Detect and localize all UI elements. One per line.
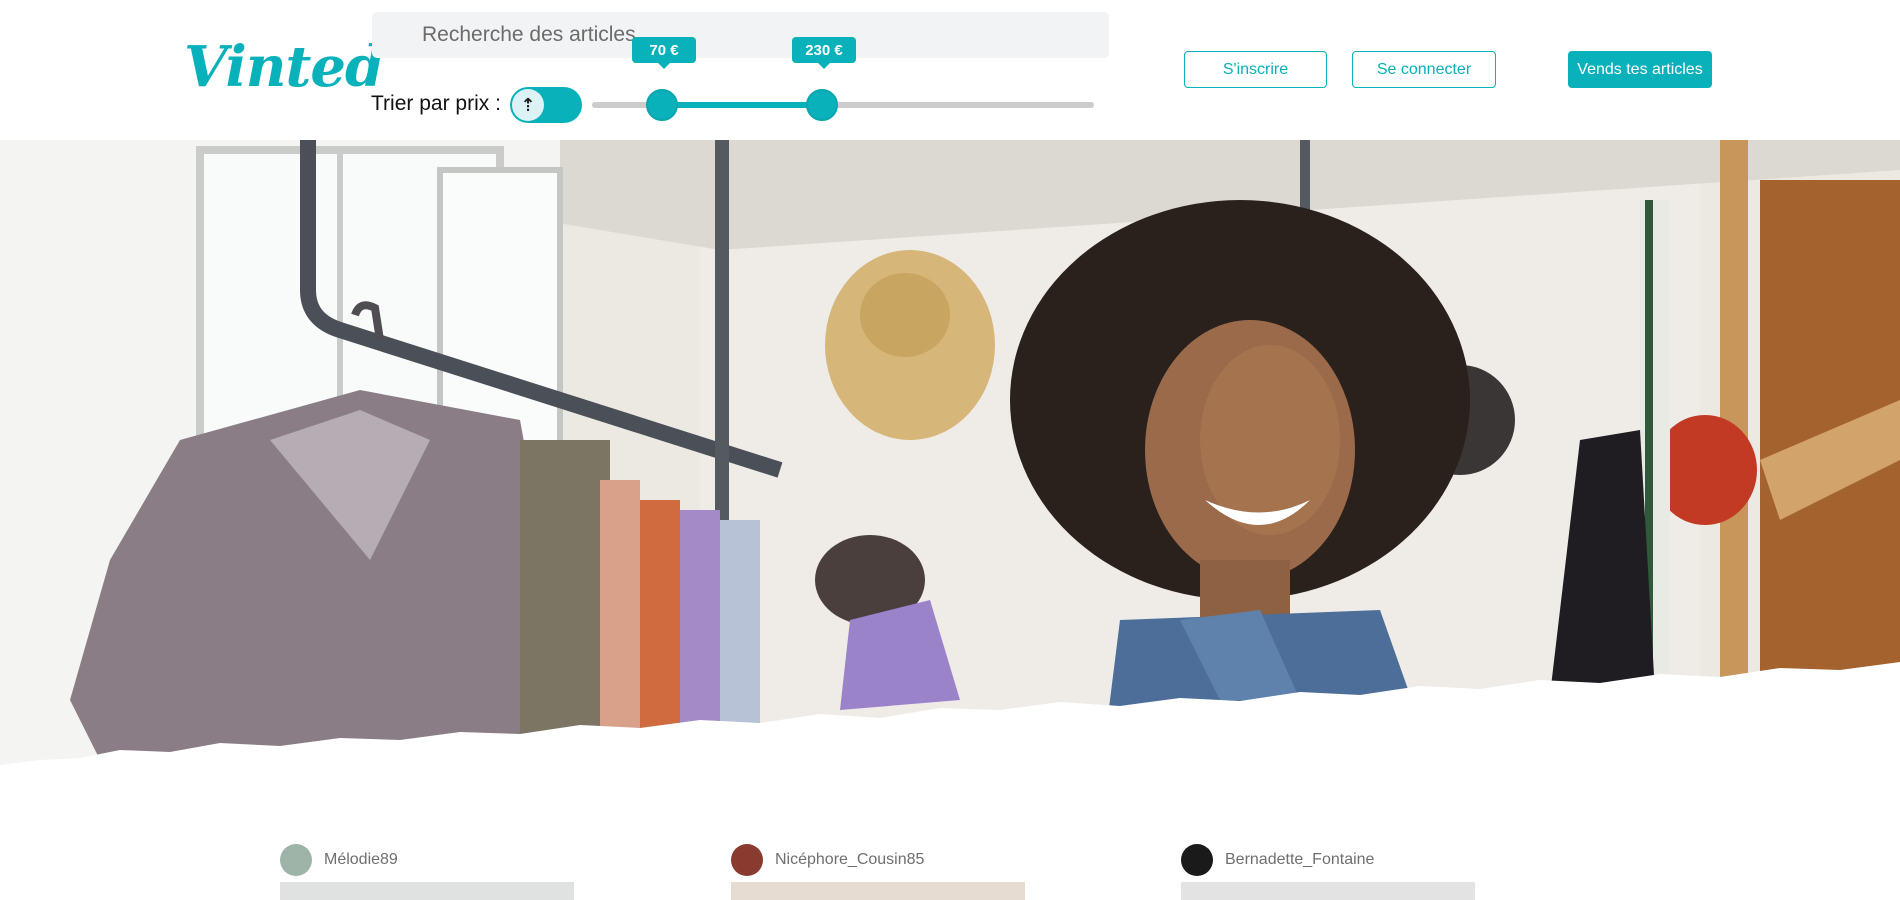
top-header: Vinted Trier par prix : ⇡ 70 € 230 € S'i… xyxy=(0,0,1900,140)
hero-image xyxy=(0,140,1900,780)
sort-by-price-label: Trier par prix : xyxy=(371,92,501,115)
login-button[interactable]: Se connecter xyxy=(1352,51,1496,88)
username[interactable]: Bernadette_Fontaine xyxy=(1225,851,1374,869)
price-max-handle[interactable] xyxy=(806,89,838,121)
article-image[interactable] xyxy=(731,882,1025,900)
search-input[interactable] xyxy=(372,12,1109,58)
avatar[interactable] xyxy=(731,844,763,876)
sell-items-button[interactable]: Vends tes articles xyxy=(1568,51,1712,88)
price-min-handle[interactable] xyxy=(646,89,678,121)
search-bar[interactable] xyxy=(372,12,1109,58)
avatar[interactable] xyxy=(280,844,312,876)
username[interactable]: Nicéphore_Cousin85 xyxy=(775,851,924,869)
signup-button[interactable]: S'inscrire xyxy=(1184,51,1327,88)
vinted-logo[interactable]: Vinted xyxy=(184,34,384,100)
article-image[interactable] xyxy=(1181,882,1475,900)
article-image[interactable] xyxy=(280,882,574,900)
hero-banner xyxy=(0,140,1900,780)
price-min-tooltip: 70 € xyxy=(632,37,696,69)
sort-order-toggle[interactable]: ⇡ xyxy=(510,87,582,123)
avatar[interactable] xyxy=(1181,844,1213,876)
price-range-fill xyxy=(662,102,822,108)
price-range-slider[interactable]: 70 € 230 € xyxy=(592,37,1094,121)
sort-order-icon: ⇡ xyxy=(512,89,544,121)
price-max-tooltip: 230 € xyxy=(792,37,856,69)
username[interactable]: Mélodie89 xyxy=(324,851,398,869)
